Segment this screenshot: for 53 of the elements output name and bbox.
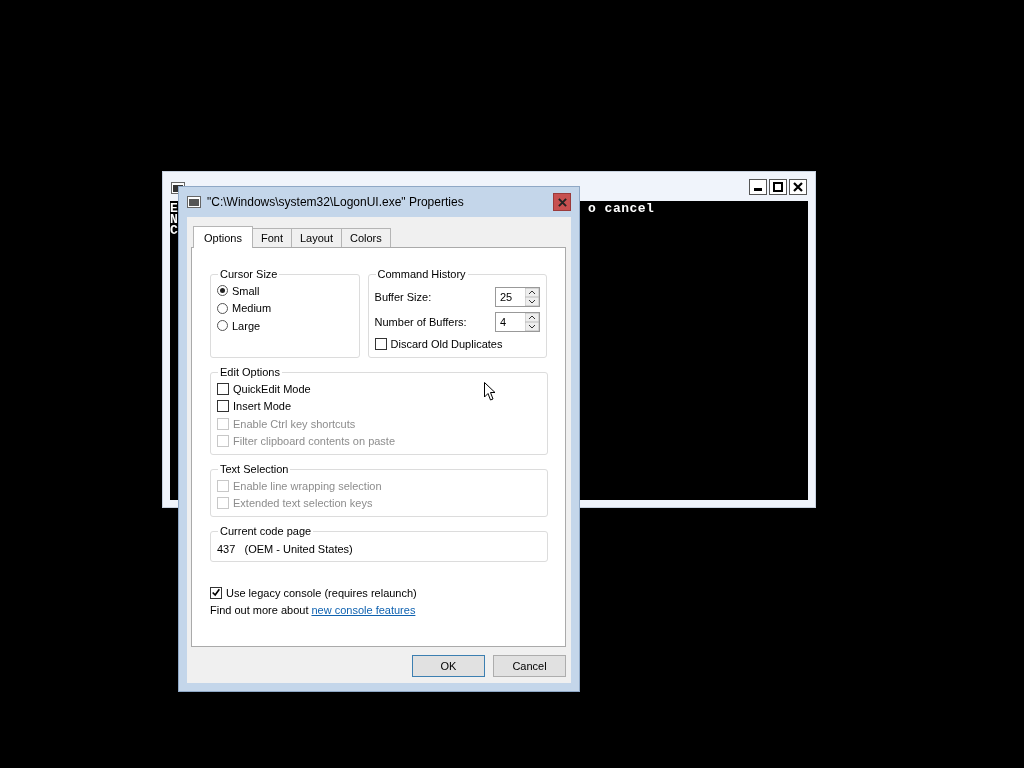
code-page-value: 437 (OEM - United States) <box>217 542 354 557</box>
tab[interactable]: Layout <box>290 228 342 247</box>
tab[interactable]: Options <box>193 226 253 248</box>
checkbox-label: Filter clipboard contents on paste <box>233 435 396 448</box>
group-title: Edit Options <box>219 366 281 378</box>
up-arrow-icon[interactable] <box>525 312 539 322</box>
radio-button[interactable] <box>217 320 228 332</box>
group-title: Cursor Size <box>219 268 279 280</box>
dialog-button[interactable]: OK <box>412 655 485 677</box>
console-text: o cancel <box>588 201 655 216</box>
down-arrow-icon[interactable] <box>525 296 539 306</box>
field-label: Buffer Size: <box>374 290 432 303</box>
up-arrow-icon[interactable] <box>525 287 539 297</box>
checkbox-label: Enable Ctrl key shortcuts <box>233 417 356 430</box>
checkbox-label: Discard Old Duplicates <box>390 337 503 350</box>
dialog-button[interactable]: Cancel <box>493 655 566 677</box>
down-arrow-icon[interactable] <box>525 321 539 331</box>
checkbox-label: QuickEdit Mode <box>233 382 311 395</box>
spin-box[interactable]: 25 <box>495 286 540 307</box>
group-title: Text Selection <box>219 463 290 475</box>
radio-button[interactable] <box>217 302 228 314</box>
field-label: Number of Buffers: <box>374 315 467 328</box>
group-title: Command History <box>376 268 467 280</box>
checkbox[interactable] <box>217 400 229 413</box>
radio-label: Small <box>232 284 260 297</box>
checkbox[interactable] <box>217 382 229 395</box>
group-title: Current code page <box>219 525 313 537</box>
close-icon <box>557 197 567 207</box>
checkbox[interactable] <box>210 586 222 599</box>
checkbox-label: Extended text selection keys <box>233 497 373 510</box>
checkbox-label: Enable line wrapping selection <box>233 479 382 492</box>
window-title: "C:\Windows\system32\LogonUI.exe" Properties <box>207 195 464 209</box>
tab[interactable]: Colors <box>340 228 391 247</box>
mouse-pointer-icon <box>484 382 496 401</box>
radio-label: Medium <box>232 302 272 315</box>
checkbox[interactable] <box>374 337 387 350</box>
info-text: Find out more about <box>210 603 309 616</box>
radio-button[interactable] <box>217 285 228 297</box>
console-text: N <box>170 214 178 225</box>
minimize-icon <box>754 187 762 191</box>
spin-box[interactable]: 4 <box>495 311 540 332</box>
radio-label: Large <box>232 319 261 332</box>
maximize-button[interactable] <box>769 178 787 195</box>
close-button[interactable] <box>789 178 807 195</box>
console-text: C <box>170 225 178 236</box>
close-icon <box>793 181 803 192</box>
checkbox-label: Insert Mode <box>233 400 292 413</box>
minimize-button[interactable] <box>749 178 767 195</box>
console-features-link[interactable]: new console features <box>311 603 416 616</box>
maximize-icon <box>773 181 783 192</box>
console-text: E <box>170 203 178 214</box>
console-icon <box>187 196 201 208</box>
checkbox-label: Use legacy console (requires relaunch) <box>226 586 417 599</box>
